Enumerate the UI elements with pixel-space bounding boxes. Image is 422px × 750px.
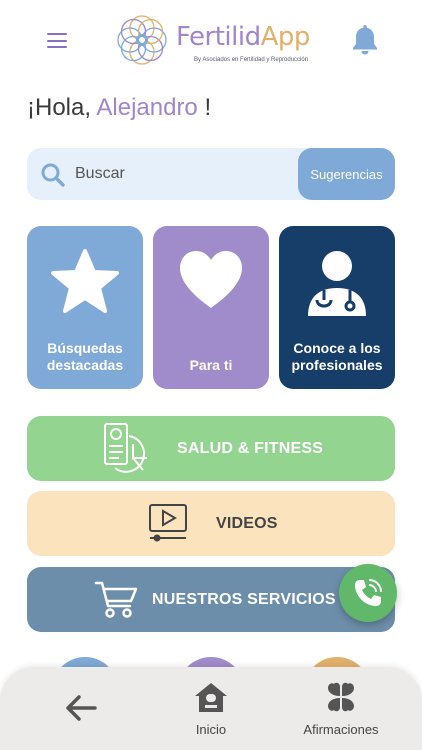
health-fitness-label: SALUD & FITNESS — [177, 439, 324, 457]
professionals-card[interactable]: Conoce a los profesionales — [279, 226, 395, 389]
shopping-cart-icon — [94, 581, 138, 618]
heart-icon — [180, 251, 242, 308]
greeting: ¡Hola, Alejandro ! — [27, 94, 211, 122]
greeting-prefix: ¡Hola, — [27, 94, 97, 121]
health-fitness-button[interactable]: SALUD & FITNESS — [27, 416, 395, 481]
user-name: Alejandro — [96, 94, 198, 121]
suggestions-button[interactable]: Sugerencias — [298, 148, 395, 200]
search-bar: Sugerencias — [27, 148, 395, 200]
featured-searches-card[interactable]: Búsquedas destacadas — [27, 226, 143, 389]
for-you-card[interactable]: Para ti — [153, 226, 269, 389]
nav-item-inicio[interactable]: Inicio — [180, 681, 242, 737]
card-label-professionals: Conoce a los profesionales — [291, 340, 383, 373]
call-button[interactable] — [339, 564, 397, 622]
card-label-for-you: Para ti — [189, 357, 233, 373]
videos-label: VIDEOS — [216, 514, 278, 532]
home-screen: FertilidApp By Asociados en Fertilidad y… — [0, 0, 422, 750]
health-report-icon — [104, 423, 147, 473]
search-input[interactable] — [75, 158, 295, 190]
logo-mark-icon — [117, 15, 167, 65]
video-player-icon — [149, 504, 187, 542]
nav-item-afirmaciones[interactable]: Afirmaciones — [296, 681, 386, 737]
nav-label-inicio: Inicio — [195, 722, 227, 737]
clover-icon — [328, 682, 354, 712]
logo-subtitle: By Asociados en Fertilidad y Reproducció… — [194, 57, 309, 63]
nav-label-afirmaciones: Afirmaciones — [303, 722, 379, 737]
notification-bell-icon[interactable] — [350, 23, 380, 55]
arrow-left-icon[interactable] — [64, 694, 98, 722]
doctor-icon — [308, 251, 366, 316]
greeting-suffix: ! — [197, 94, 212, 121]
card-label-featured: Búsquedas destacadas — [46, 340, 124, 373]
our-services-label: NUESTROS SERVICIOS — [152, 590, 336, 608]
hamburger-menu-icon[interactable] — [47, 33, 67, 49]
phone-icon — [355, 579, 382, 606]
app-logo: FertilidApp By Asociados en Fertilidad y… — [112, 10, 312, 70]
home-icon — [195, 683, 227, 712]
logo-word-a: Fertilid — [176, 22, 261, 52]
search-icon — [41, 163, 65, 187]
star-icon — [51, 249, 119, 313]
bottom-navigation: Inicio Afirmaciones — [0, 667, 422, 750]
logo-word-b: App — [260, 22, 311, 52]
videos-button[interactable]: VIDEOS — [27, 491, 395, 556]
